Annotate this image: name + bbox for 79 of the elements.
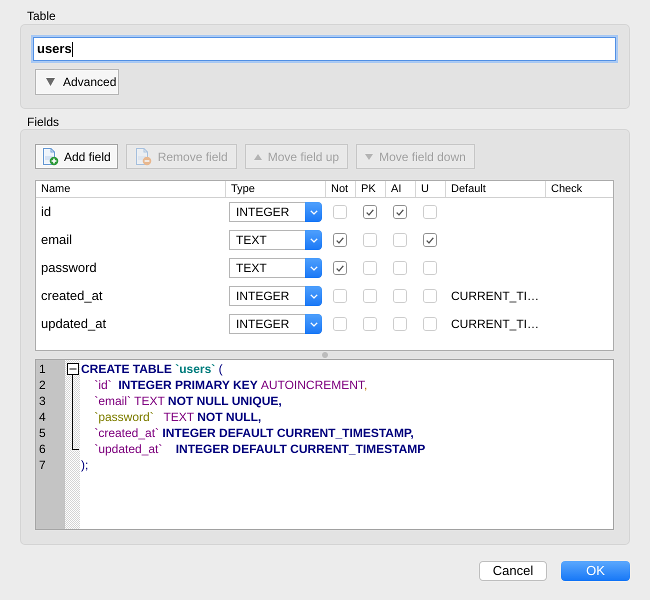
- line-number: 2: [38, 377, 47, 393]
- checkmark-icon: [426, 236, 434, 244]
- code-line: `password` TEXT NOT NULL,: [93, 409, 262, 425]
- line-number: 6: [38, 441, 47, 457]
- splitter-handle[interactable]: [322, 352, 328, 358]
- checkbox[interactable]: [423, 289, 437, 303]
- table-name-field[interactable]: users: [33, 37, 616, 61]
- chevron-down-icon: [305, 230, 322, 250]
- column-header: U: [416, 181, 446, 197]
- section-label: Table: [27, 9, 56, 24]
- column-header: Check: [550, 182, 584, 197]
- chevron-down-icon: [305, 202, 322, 222]
- checkmark-icon: [396, 208, 404, 216]
- checkbox[interactable]: [393, 317, 407, 331]
- field-name-cell-text: updated_at: [41, 315, 106, 334]
- field-name-cell-text: id: [41, 203, 52, 222]
- document-minus-icon: [134, 148, 152, 166]
- triangle-up-icon: [254, 154, 262, 160]
- checkbox[interactable]: [333, 261, 347, 275]
- triangle-down-icon: [46, 78, 55, 86]
- checkbox[interactable]: [393, 261, 407, 275]
- dialog-button[interactable]: Cancel: [479, 561, 547, 581]
- chevron-down-icon: [305, 258, 322, 278]
- code-line: `created_at` INTEGER DEFAULT CURRENT_TIMESTAMP,: [93, 425, 414, 441]
- checkbox[interactable]: [363, 317, 377, 331]
- type-select[interactable]: INTEGER: [229, 202, 322, 222]
- type-select[interactable]: INTEGER: [229, 286, 322, 306]
- column-header: Name: [36, 181, 226, 197]
- field-name-cell-text: email: [41, 231, 72, 250]
- text-cursor: [72, 42, 73, 56]
- line-number: 5: [38, 425, 47, 441]
- checkbox[interactable]: [333, 205, 347, 219]
- code-line: `updated_at` INTEGER DEFAULT CURRENT_TIMESTAMP: [93, 441, 426, 457]
- chevron-down-icon: [305, 314, 322, 334]
- default-value-cell-text: CURRENT_TI…: [451, 316, 540, 333]
- column-header: Not: [326, 181, 356, 197]
- checkbox[interactable]: [393, 205, 407, 219]
- default-value-cell-text: CURRENT_TI…: [451, 288, 540, 305]
- column-header: Default: [446, 181, 546, 197]
- checkbox[interactable]: [333, 289, 347, 303]
- advanced-button[interactable]: Advanced: [35, 69, 119, 95]
- checkmark-icon: [336, 236, 344, 244]
- checkmark-icon: [336, 264, 344, 272]
- document-plus-icon: [42, 148, 59, 166]
- code-line: );: [81, 457, 88, 473]
- checkbox[interactable]: [393, 233, 407, 247]
- checkbox[interactable]: [363, 261, 377, 275]
- line-number: 3: [38, 393, 47, 409]
- checkmark-icon: [366, 208, 374, 216]
- checkbox[interactable]: [363, 233, 377, 247]
- checkbox[interactable]: [363, 289, 377, 303]
- line-number: 4: [38, 409, 47, 425]
- column-header: Type: [226, 181, 326, 197]
- checkbox[interactable]: [423, 205, 437, 219]
- line-number: 7: [38, 457, 47, 473]
- triangle-down-icon: [365, 154, 374, 160]
- checkbox[interactable]: [423, 261, 437, 275]
- toolbar-button[interactable]: Add field: [35, 144, 118, 169]
- line-number: 1: [38, 361, 47, 377]
- column-header: AI: [386, 181, 416, 197]
- checkbox[interactable]: [423, 317, 437, 331]
- chevron-down-icon: [305, 286, 322, 306]
- fold-toggle-icon[interactable]: [67, 363, 79, 375]
- checkbox[interactable]: [333, 233, 347, 247]
- column-header: PK: [356, 181, 386, 197]
- field-name-cell-text: password: [41, 259, 97, 278]
- checkbox[interactable]: [423, 233, 437, 247]
- sql-editor[interactable]: [35, 359, 614, 530]
- code-line: `email` TEXT NOT NULL UNIQUE,: [93, 393, 282, 409]
- type-select[interactable]: TEXT: [229, 230, 322, 250]
- type-select[interactable]: TEXT: [229, 258, 322, 278]
- type-select[interactable]: INTEGER: [229, 314, 322, 334]
- checkbox[interactable]: [363, 205, 377, 219]
- field-name-cell-text: created_at: [41, 287, 102, 306]
- section-label: Fields: [27, 115, 60, 129]
- checkbox[interactable]: [333, 317, 347, 331]
- checkbox[interactable]: [393, 289, 407, 303]
- code-line: CREATE TABLE `users` (: [81, 361, 223, 377]
- code-line: `id` INTEGER PRIMARY KEY AUTOINCREMENT,: [93, 377, 368, 393]
